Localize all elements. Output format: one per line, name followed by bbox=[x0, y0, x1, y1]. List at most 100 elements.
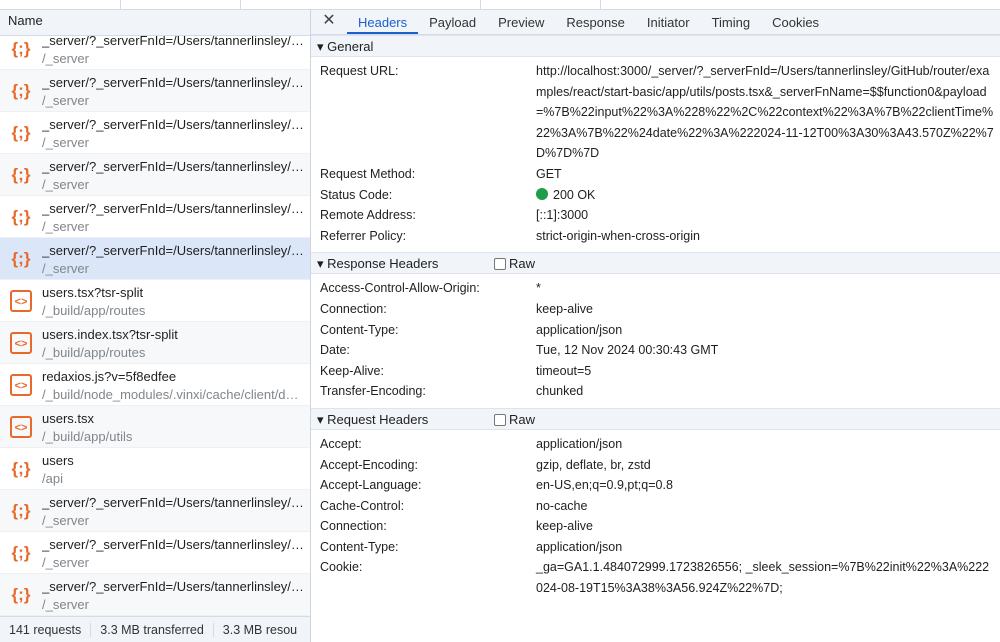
section-header-general[interactable]: ▾ General bbox=[311, 35, 1000, 57]
section-header-request-headers[interactable]: ▾ Request Headers Raw bbox=[311, 407, 1000, 430]
resources-size: 3.3 MB resou bbox=[222, 622, 298, 637]
request-row[interactable]: <> users.tsx /_build/app/utils bbox=[0, 406, 310, 448]
tab-initiator[interactable]: Initiator bbox=[636, 15, 701, 34]
header-name: Transfer-Encoding: bbox=[320, 384, 426, 399]
header-value: Tue, 12 Nov 2024 00:30:43 GMT bbox=[536, 340, 996, 361]
request-name: users.index.tsx?tsr-split bbox=[42, 327, 178, 342]
script-file-icon: <> bbox=[10, 374, 32, 396]
header-row: Content-Type: application/json bbox=[311, 320, 1000, 341]
request-row[interactable]: {;} _server/?_serverFnId=/Users/tannerlin… bbox=[0, 490, 310, 532]
script-file-icon: <> bbox=[10, 332, 32, 354]
fetch-braces-icon: {;} bbox=[11, 123, 31, 142]
request-row[interactable]: {;} _server/?_serverFnId=/Users/tannerlin… bbox=[0, 532, 310, 574]
tab-cookies[interactable]: Cookies bbox=[761, 15, 830, 34]
request-row[interactable]: {;} _server/?_serverFnId=/Users/tannerlin… bbox=[0, 112, 310, 154]
response-headers-rows: Access-Control-Allow-Origin: * Connection:… bbox=[311, 274, 1000, 408]
request-path: /_server bbox=[42, 135, 89, 150]
request-row[interactable]: <> redaxios.js?v=5f8edfee /_build/node_mod… bbox=[0, 364, 310, 406]
request-name: _server/?_serverFnId=/Users/tannerlinsle… bbox=[42, 117, 304, 132]
tab-timing[interactable]: Timing bbox=[701, 15, 762, 34]
header-row: Request URL: http://localhost:3000/_serve… bbox=[311, 61, 1000, 164]
tab-payload[interactable]: Payload bbox=[418, 15, 487, 34]
expand-triangle-icon[interactable]: ▾ bbox=[317, 256, 327, 271]
detail-tabs: ✕ Headers Payload Preview Response Initiator… bbox=[311, 10, 1000, 35]
close-icon[interactable]: ✕ bbox=[311, 10, 347, 34]
header-value: keep-alive bbox=[536, 516, 996, 537]
request-row[interactable]: {;} _server/?_serverFnId=/Users/tannerlin… bbox=[0, 196, 310, 238]
header-value-text: strict-origin-when-cross-origin bbox=[536, 228, 700, 243]
request-name: _server/?_serverFnId=/Users/tannerlinsle… bbox=[42, 159, 304, 174]
request-row[interactable]: {;} users/api bbox=[0, 448, 310, 490]
raw-toggle[interactable]: Raw bbox=[494, 412, 535, 427]
header-name: Accept-Language: bbox=[320, 478, 422, 493]
header-name: Status Code: bbox=[320, 187, 393, 202]
raw-label: Raw bbox=[509, 256, 536, 272]
request-name: _server/?_serverFnId=/Users/tannerlinsle… bbox=[42, 537, 304, 552]
request-name: _server/?_serverFnId=/Users/tannerlinsle… bbox=[42, 201, 304, 216]
request-name: users.tsx?tsr-split bbox=[42, 285, 144, 300]
request-list-panel: Name {;} _server/?_serverFnId=/Users/tann… bbox=[0, 10, 311, 642]
header-row: Cookie: _ga=GA1.1.484072999.1723826556; _… bbox=[311, 557, 1000, 598]
header-value: keep-alive bbox=[536, 299, 996, 320]
tab-headers[interactable]: Headers bbox=[347, 15, 419, 34]
header-value-text: * bbox=[536, 281, 541, 296]
fetch-braces-icon: {;} bbox=[11, 39, 31, 58]
header-value-text: application/json bbox=[536, 436, 623, 451]
header-row: Content-Type: application/json bbox=[311, 537, 1000, 558]
header-name: Remote Address: bbox=[320, 208, 416, 223]
request-path: /_server bbox=[42, 51, 89, 66]
raw-label: Raw bbox=[509, 411, 536, 427]
header-name: Accept-Encoding: bbox=[320, 457, 418, 472]
tab-preview[interactable]: Preview bbox=[487, 15, 555, 34]
fetch-braces-icon: {;} bbox=[11, 459, 31, 478]
header-value: application/json bbox=[536, 434, 996, 455]
header-value: 200 OK bbox=[536, 185, 996, 206]
raw-checkbox[interactable] bbox=[494, 258, 506, 271]
request-name: redaxios.js?v=5f8edfee bbox=[42, 369, 177, 384]
request-row[interactable]: <> users.index.tsx?tsr-split /_build/app/r… bbox=[0, 322, 310, 364]
header-name: Content-Type: bbox=[320, 539, 399, 554]
expand-triangle-icon[interactable]: ▾ bbox=[317, 412, 327, 427]
header-value: [::1]:3000 bbox=[536, 205, 996, 226]
expand-triangle-icon[interactable]: ▾ bbox=[317, 39, 327, 54]
header-value-text: 200 OK bbox=[553, 187, 596, 202]
request-name: _server/?_serverFnId=/Users/tannerlinsle… bbox=[42, 75, 304, 90]
request-row[interactable]: <> users.tsx?tsr-split /_build/app/routes bbox=[0, 280, 310, 322]
request-name: _server/?_serverFnId=/Users/tannerlinsle… bbox=[42, 243, 304, 258]
header-row: Cache-Control: no-cache bbox=[311, 496, 1000, 517]
header-name: Accept: bbox=[320, 436, 362, 451]
request-row[interactable]: {;} _server/?_serverFnId=/Users/tannerlin… bbox=[0, 70, 310, 112]
header-value-text: application/json bbox=[536, 322, 623, 337]
header-value-text: timeout=5 bbox=[536, 363, 592, 378]
request-path: /_server bbox=[42, 219, 89, 234]
request-count: 141 requests bbox=[0, 622, 92, 637]
header-row: Access-Control-Allow-Origin: * bbox=[311, 278, 1000, 299]
header-row: Keep-Alive: timeout=5 bbox=[311, 361, 1000, 382]
request-path: /_server bbox=[42, 555, 89, 570]
tab-response[interactable]: Response bbox=[555, 15, 636, 34]
status-bar: 141 requests 3.3 MB transferred 3.3 MB r… bbox=[0, 616, 310, 642]
section-header-response-headers[interactable]: ▾ Response Headers Raw bbox=[311, 252, 1000, 275]
request-path: /_server bbox=[42, 597, 89, 612]
raw-toggle[interactable]: Raw bbox=[494, 256, 535, 271]
header-value: http://localhost:3000/_server/?_serverFn… bbox=[536, 61, 996, 164]
header-name: Cache-Control: bbox=[320, 498, 405, 513]
general-rows: Request URL: http://localhost:3000/_serve… bbox=[311, 57, 1000, 252]
raw-checkbox[interactable] bbox=[494, 413, 506, 426]
request-path: /api bbox=[42, 471, 63, 486]
name-column-header[interactable]: Name bbox=[0, 10, 310, 36]
header-value: chunked bbox=[536, 381, 996, 402]
header-name: Referrer Policy: bbox=[320, 228, 407, 243]
section-title: Response Headers bbox=[327, 256, 439, 272]
script-file-icon: <> bbox=[10, 290, 32, 312]
request-path: /_server bbox=[42, 513, 89, 528]
header-row: Connection: keep-alive bbox=[311, 516, 1000, 537]
request-row[interactable]: {;} _server/?_serverFnId=/Users/tannerlin… bbox=[0, 574, 310, 616]
fetch-braces-icon: {;} bbox=[11, 543, 31, 562]
header-value: strict-origin-when-cross-origin bbox=[536, 226, 996, 247]
header-name: Access-Control-Allow-Origin: bbox=[320, 281, 480, 296]
header-row: Accept-Encoding: gzip, deflate, br, zstd bbox=[311, 455, 1000, 476]
request-list: {;} _server/?_serverFnId=/Users/tannerlin… bbox=[0, 28, 310, 616]
request-row[interactable]: {;} _server/?_serverFnId=/Users/tannerlin… bbox=[0, 238, 310, 280]
request-row[interactable]: {;} _server/?_serverFnId=/Users/tannerlin… bbox=[0, 154, 310, 196]
